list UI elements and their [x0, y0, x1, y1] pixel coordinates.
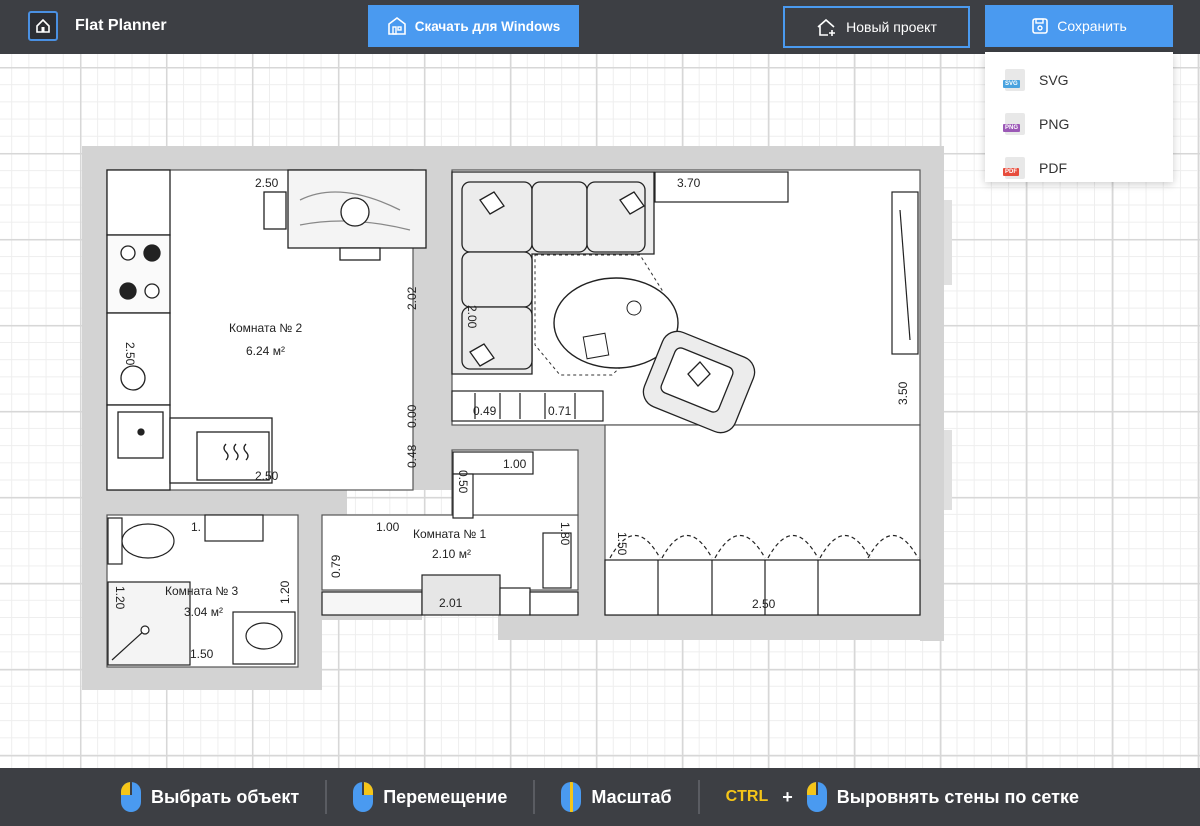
- dim-label: 1.20: [278, 580, 292, 604]
- dim-label: 2.50: [123, 342, 137, 366]
- dim-label: 0.71: [548, 404, 572, 418]
- save-dropdown-menu: SVG SVG PNG PNG PDF PDF: [985, 52, 1173, 182]
- hint-align: CTRL + Выровнять стены по сетке: [726, 782, 1079, 812]
- hint-select: Выбрать объект: [120, 782, 300, 812]
- dim-label: 3.70: [677, 176, 701, 190]
- mouse-left-click-icon: [806, 782, 827, 812]
- dim-label: 2.50: [255, 469, 279, 483]
- hint-bar: Выбрать объект Перемещение Масштаб CTRL …: [0, 768, 1200, 826]
- building-icon: [387, 17, 406, 35]
- divider: [325, 780, 328, 814]
- dim-label: 2.50: [752, 597, 776, 611]
- dim-label: 1.: [191, 520, 201, 534]
- menu-item-label: SVG: [1039, 72, 1069, 88]
- pdf-file-icon: PDF: [1003, 157, 1025, 179]
- dim-label: 0.48: [405, 444, 419, 468]
- dim-label: 2.01: [439, 596, 463, 610]
- dim-label: 1.50: [615, 532, 629, 556]
- save-label: Сохранить: [1057, 18, 1127, 34]
- dim-label: 3.50: [896, 381, 910, 405]
- mouse-left-click-icon: [120, 782, 141, 812]
- room-area: 2.10 м²: [432, 547, 471, 561]
- menu-item-label: PNG: [1039, 116, 1070, 132]
- hint-select-label: Выбрать объект: [150, 786, 300, 807]
- download-label: Скачать для Windows: [414, 18, 561, 34]
- dim-label: 2.00: [465, 305, 479, 329]
- dim-label: 1.20: [113, 586, 127, 610]
- top-bar: Flat Planner Скачать для Windows Новый п…: [0, 0, 1200, 54]
- dim-label: 0.49: [473, 404, 497, 418]
- plus-sign: +: [782, 786, 793, 807]
- hint-move-label: Перемещение: [383, 786, 508, 807]
- hint-align-label: Выровнять стены по сетке: [836, 786, 1080, 807]
- new-project-button[interactable]: Новый проект: [783, 6, 970, 48]
- dim-label: 0.79: [329, 554, 343, 578]
- room-name: Комната № 3: [165, 584, 239, 598]
- export-pdf-item[interactable]: PDF PDF: [985, 146, 1173, 190]
- dim-label: 1.00: [503, 457, 527, 471]
- room-name: Комната № 1: [413, 527, 487, 541]
- divider: [697, 780, 700, 814]
- dim-label: 1.50: [190, 647, 214, 661]
- save-button[interactable]: Сохранить: [985, 5, 1173, 47]
- export-png-item[interactable]: PNG PNG: [985, 102, 1173, 146]
- room-name: Комната № 2: [229, 321, 303, 335]
- divider: [533, 780, 536, 814]
- mouse-right-click-icon: [353, 782, 374, 812]
- export-svg-item[interactable]: SVG SVG: [985, 58, 1173, 102]
- new-project-label: Новый проект: [846, 19, 937, 35]
- home-logo-icon[interactable]: [28, 11, 58, 41]
- dim-label: 2.50: [255, 176, 279, 190]
- new-house-icon: [817, 18, 836, 36]
- hint-move: Перемещение: [353, 782, 507, 812]
- app-title: Flat Planner: [75, 17, 167, 34]
- dim-label: 0.00: [405, 404, 419, 428]
- dim-label: 1.80: [558, 522, 572, 546]
- room-area: 6.24 м²: [246, 344, 285, 358]
- room-area: 3.04 м²: [184, 605, 223, 619]
- svg-file-icon: SVG: [1003, 69, 1025, 91]
- download-windows-button[interactable]: Скачать для Windows: [368, 5, 579, 47]
- dim-label: 0.50: [456, 470, 470, 494]
- hint-scale-label: Масштаб: [591, 786, 672, 807]
- ctrl-key-label: CTRL: [725, 788, 769, 805]
- dim-label: 1.00: [376, 520, 400, 534]
- dim-label: 2.02: [405, 286, 419, 310]
- png-file-icon: PNG: [1003, 113, 1025, 135]
- floppy-disk-icon: [1032, 18, 1049, 34]
- menu-item-label: PDF: [1039, 160, 1067, 176]
- hint-scale: Масштаб: [561, 782, 672, 812]
- app-window: Flat Planner Скачать для Windows Новый п…: [0, 0, 1200, 826]
- mouse-scroll-icon: [561, 782, 582, 812]
